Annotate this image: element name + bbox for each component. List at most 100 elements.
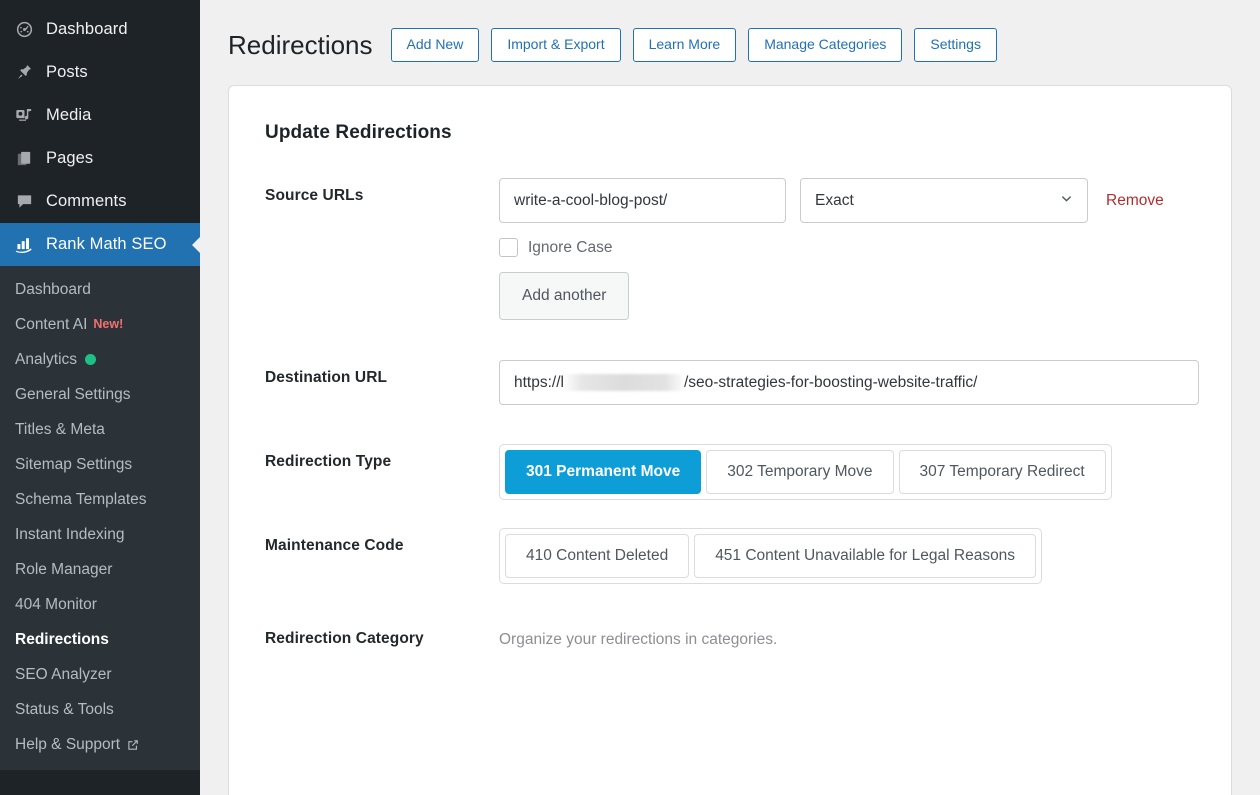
- sidebar-item-posts[interactable]: Posts: [0, 51, 200, 94]
- submenu-item-status-tools[interactable]: Status & Tools: [0, 692, 200, 727]
- status-dot-icon: [85, 354, 97, 365]
- maintenance-code-410-button[interactable]: 410 Content Deleted: [505, 534, 690, 578]
- redirection-type-label: Redirection Type: [265, 453, 392, 470]
- external-link-icon: [127, 739, 139, 751]
- maintenance-code-field: 410 Content Deleted 451 Content Unavaila…: [499, 528, 1195, 584]
- submenu-item-label: Titles & Meta: [15, 420, 105, 438]
- submenu-item-label: Role Manager: [15, 560, 113, 578]
- submenu-item-role-manager[interactable]: Role Manager: [0, 552, 200, 587]
- redirection-type-307-button[interactable]: 307 Temporary Redirect: [898, 450, 1106, 494]
- sidebar-item-label: Dashboard: [46, 19, 128, 38]
- ignore-case-row: Ignore Case: [499, 238, 1195, 257]
- submenu-item-label: SEO Analyzer: [15, 665, 112, 683]
- redirection-type-302-button[interactable]: 302 Temporary Move: [706, 450, 894, 494]
- form-row-maintenance-code: Maintenance Code 410 Content Deleted 451…: [265, 528, 1195, 584]
- source-url-input[interactable]: [499, 178, 786, 223]
- page-header: Redirections Add New Import & Export Lea…: [200, 0, 1260, 72]
- maintenance-code-label: Maintenance Code: [265, 537, 404, 554]
- submenu-item-redirections[interactable]: Redirections: [0, 622, 200, 657]
- submenu-item-sitemap-settings[interactable]: Sitemap Settings: [0, 447, 200, 482]
- redirection-type-301-button[interactable]: 301 Permanent Move: [505, 450, 702, 494]
- source-url-entry-row: Exact Remove: [499, 178, 1195, 223]
- submenu-item-label: Schema Templates: [15, 490, 147, 508]
- sidebar-item-rank-math-seo[interactable]: Rank Math SEO: [0, 223, 200, 266]
- sidebar-item-label: Rank Math SEO: [46, 234, 167, 253]
- submenu-item-label: Status & Tools: [15, 700, 114, 718]
- submenu-item-label: Sitemap Settings: [15, 455, 133, 473]
- form-row-source-urls: Source URLs Exact Remove: [265, 178, 1195, 320]
- pushpin-icon: [10, 63, 38, 82]
- add-new-button[interactable]: Add New: [390, 27, 480, 63]
- learn-more-button[interactable]: Learn More: [632, 27, 737, 63]
- new-badge: New!: [93, 317, 124, 332]
- submenu-item-instant-indexing[interactable]: Instant Indexing: [0, 517, 200, 552]
- submenu-item-general-settings[interactable]: General Settings: [0, 377, 200, 412]
- submenu-item-label: Redirections: [15, 630, 109, 648]
- destination-url-prefix: https://l: [514, 373, 564, 391]
- redirection-category-help-text: Organize your redirections in categories…: [499, 631, 778, 648]
- submenu-item-seo-analyzer[interactable]: SEO Analyzer: [0, 657, 200, 692]
- submenu-item-label: Dashboard: [15, 280, 91, 298]
- submenu-item-label: Instant Indexing: [15, 525, 125, 543]
- submenu-item-titles-meta[interactable]: Titles & Meta: [0, 412, 200, 447]
- admin-screen: Dashboard Posts Media Pages Comments Ran…: [0, 0, 1260, 795]
- source-urls-field: Exact Remove Ignore Case: [499, 178, 1195, 320]
- settings-button[interactable]: Settings: [914, 27, 997, 63]
- submenu-item-label: Help & Support: [15, 735, 121, 753]
- maintenance-code-451-button[interactable]: 451 Content Unavailable for Legal Reason…: [694, 534, 1037, 578]
- admin-sidebar: Dashboard Posts Media Pages Comments Ran…: [0, 0, 200, 795]
- page-title: Redirections: [228, 30, 373, 60]
- submenu-item-help-support[interactable]: Help & Support: [0, 727, 200, 762]
- import-export-button[interactable]: Import & Export: [491, 27, 621, 63]
- submenu-item-content-ai[interactable]: Content AI New!: [0, 307, 200, 342]
- submenu-item-label: Content AI: [15, 315, 88, 333]
- destination-url-field: https://l/seo-strategies-for-boosting-we…: [499, 360, 1199, 405]
- comment-bubble-icon: [10, 192, 38, 211]
- sidebar-item-label: Media: [46, 105, 92, 124]
- form-row-redirection-category: Redirection Category Organize your redir…: [265, 621, 1195, 649]
- match-type-select-wrapper: Exact: [800, 178, 1088, 223]
- pages-icon: [10, 149, 38, 168]
- media-icon: [10, 106, 38, 125]
- form-row-redirection-type: Redirection Type 301 Permanent Move 302 …: [265, 444, 1195, 500]
- sidebar-item-media[interactable]: Media: [0, 94, 200, 137]
- card-title: Update Redirections: [265, 122, 452, 143]
- add-another-button[interactable]: Add another: [499, 272, 630, 320]
- sidebar-item-label: Comments: [46, 191, 127, 210]
- submenu-item-dashboard[interactable]: Dashboard: [0, 272, 200, 307]
- redacted-domain-block: [564, 374, 683, 391]
- destination-url-label: Destination URL: [265, 369, 388, 386]
- submenu-item-schema-templates[interactable]: Schema Templates: [0, 482, 200, 517]
- destination-url-suffix: /seo-strategies-for-boosting-website-tra…: [683, 373, 978, 391]
- submenu-item-404-monitor[interactable]: 404 Monitor: [0, 587, 200, 622]
- rank-math-submenu: Dashboard Content AI New! Analytics Gene…: [0, 266, 200, 770]
- destination-url-value: https://l/seo-strategies-for-boosting-we…: [514, 361, 1184, 404]
- redirection-type-field: 301 Permanent Move 302 Temporary Move 30…: [499, 444, 1195, 500]
- sidebar-item-pages[interactable]: Pages: [0, 137, 200, 180]
- remove-source-url-link[interactable]: Remove: [1106, 192, 1164, 210]
- sidebar-item-label: Pages: [46, 148, 94, 167]
- source-urls-label: Source URLs: [265, 187, 364, 204]
- sidebar-top-menu: Dashboard Posts Media Pages Comments Ran…: [0, 0, 200, 266]
- rank-math-icon: [10, 234, 38, 255]
- redirection-type-button-group: 301 Permanent Move 302 Temporary Move 30…: [499, 444, 1112, 500]
- update-redirections-card: Update Redirections Source URLs Exact: [228, 85, 1232, 795]
- ignore-case-label: Ignore Case: [528, 238, 613, 256]
- destination-url-input[interactable]: https://l/seo-strategies-for-boosting-we…: [499, 360, 1199, 405]
- match-type-select[interactable]: Exact: [800, 178, 1088, 223]
- maintenance-code-button-group: 410 Content Deleted 451 Content Unavaila…: [499, 528, 1043, 584]
- ignore-case-checkbox[interactable]: [499, 238, 518, 257]
- main-content: Redirections Add New Import & Export Lea…: [200, 0, 1260, 795]
- sidebar-item-label: Posts: [46, 62, 88, 81]
- submenu-item-label: 404 Monitor: [15, 595, 97, 613]
- sidebar-item-comments[interactable]: Comments: [0, 180, 200, 223]
- redirection-category-label: Redirection Category: [265, 630, 424, 647]
- submenu-item-analytics[interactable]: Analytics: [0, 342, 200, 377]
- submenu-item-label: General Settings: [15, 385, 131, 403]
- form-row-destination-url: Destination URL https://l/seo-strategies…: [265, 360, 1199, 405]
- sidebar-item-dashboard[interactable]: Dashboard: [0, 8, 200, 51]
- dashboard-gauge-icon: [10, 20, 38, 39]
- submenu-item-label: Analytics: [15, 350, 78, 368]
- manage-categories-button[interactable]: Manage Categories: [748, 27, 903, 63]
- redirection-category-field: Organize your redirections in categories…: [499, 621, 1195, 649]
